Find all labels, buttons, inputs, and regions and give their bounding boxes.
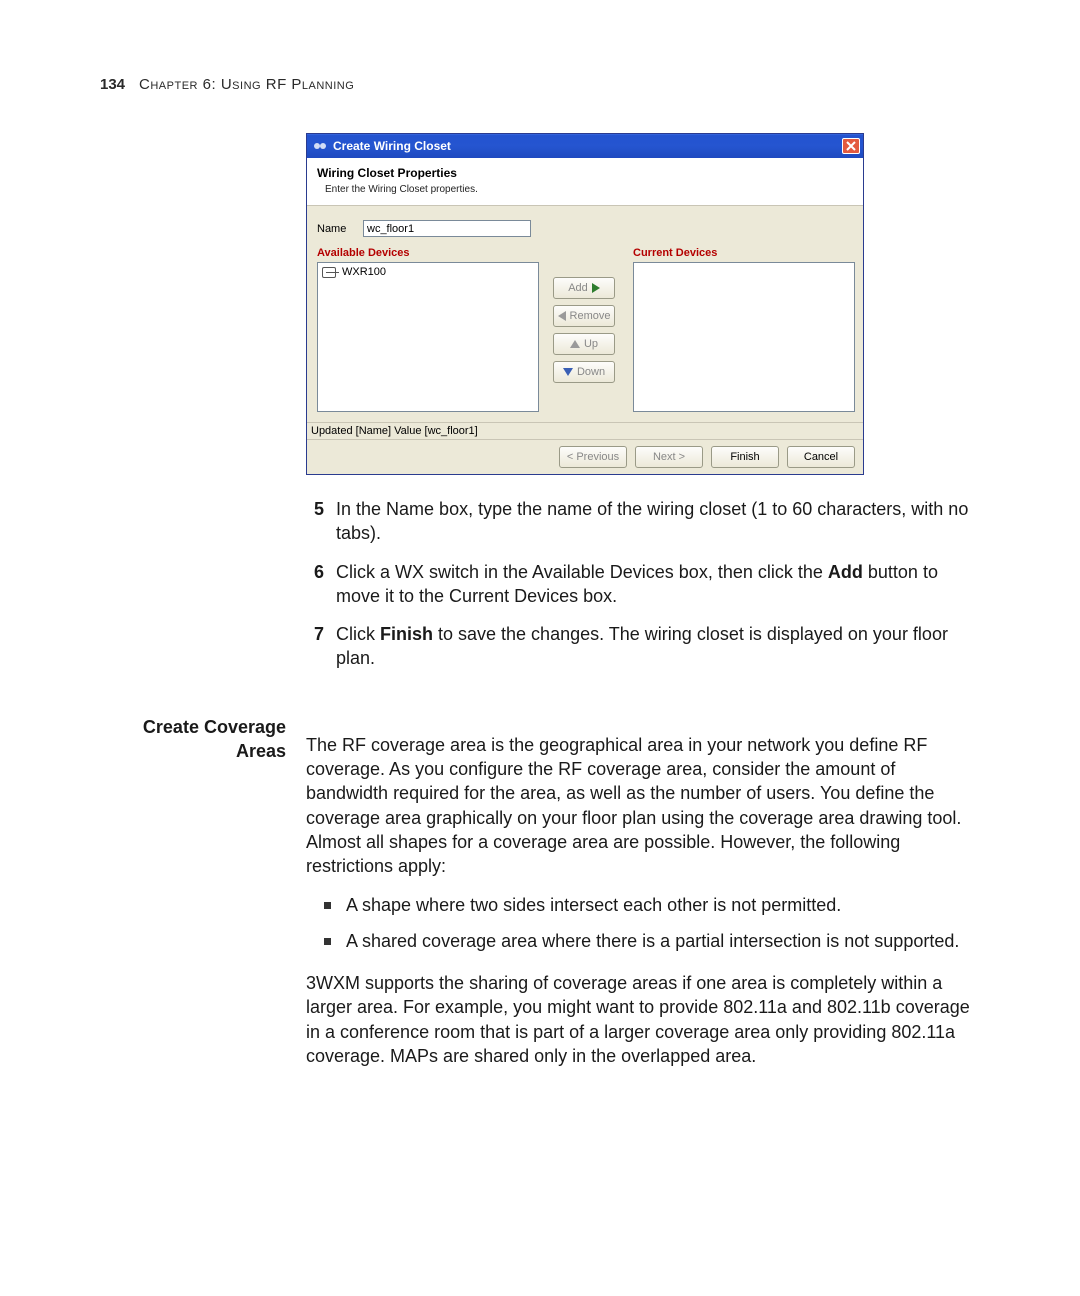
dialog-title: Create Wiring Closet <box>333 139 842 153</box>
device-label: WXR100 <box>342 266 386 278</box>
page-number: 134 <box>100 76 125 93</box>
step-text: Click Finish to save the changes. The wi… <box>336 622 980 671</box>
device-icon <box>322 267 336 278</box>
arrow-up-icon <box>570 340 580 348</box>
remove-button[interactable]: Remove <box>553 305 615 327</box>
dialog-heading: Wiring Closet Properties <box>317 166 853 180</box>
close-button[interactable] <box>842 138 860 154</box>
section-para-1: The RF coverage area is the geographical… <box>306 733 980 879</box>
list-item[interactable]: WXR100 <box>322 266 534 278</box>
add-button[interactable]: Add <box>553 277 615 299</box>
section-heading: Create Coverage Areas <box>100 715 286 1083</box>
chapter-prefix: Chapter 6: <box>139 76 216 93</box>
app-icon <box>313 139 327 153</box>
down-button[interactable]: Down <box>553 361 615 383</box>
next-button-label: Next > <box>653 451 685 463</box>
cancel-button-label: Cancel <box>804 451 838 463</box>
step-7: 7 Click Finish to save the changes. The … <box>306 622 980 671</box>
previous-button[interactable]: < Previous <box>559 446 627 468</box>
bullet-list: A shape where two sides intersect each o… <box>324 893 980 954</box>
section-para-2: 3WXM supports the sharing of coverage ar… <box>306 971 980 1068</box>
next-button[interactable]: Next > <box>635 446 703 468</box>
step-5: 5 In the Name box, type the name of the … <box>306 497 980 546</box>
bullet-item: A shared coverage area where there is a … <box>324 929 980 953</box>
dialog-footer: < Previous Next > Finish Cancel <box>307 440 863 474</box>
section-heading-line2: Areas <box>100 739 286 763</box>
up-button[interactable]: Up <box>553 333 615 355</box>
chapter-line: Chapter 6: Using RF Planning <box>139 76 354 93</box>
dialog-header-panel: Wiring Closet Properties Enter the Wirin… <box>307 158 863 206</box>
step-6: 6 Click a WX switch in the Available Dev… <box>306 560 980 609</box>
available-devices-list[interactable]: WXR100 <box>317 262 539 412</box>
current-devices-heading: Current Devices <box>633 247 855 259</box>
previous-button-label: < Previous <box>567 451 619 463</box>
dialog-subheading: Enter the Wiring Closet properties. <box>325 184 853 195</box>
name-input[interactable] <box>363 220 531 237</box>
page-running-header: 134 Chapter 6: Using RF Planning <box>100 76 980 93</box>
current-devices-list[interactable] <box>633 262 855 412</box>
remove-button-label: Remove <box>570 310 611 322</box>
step-text: Click a WX switch in the Available Devic… <box>336 560 980 609</box>
down-button-label: Down <box>577 366 605 378</box>
step-number: 5 <box>306 497 324 546</box>
chapter-rest: Using RF Planning <box>221 76 354 93</box>
dialog-titlebar: Create Wiring Closet <box>307 134 863 158</box>
section-heading-line1: Create Coverage <box>100 715 286 739</box>
cancel-button[interactable]: Cancel <box>787 446 855 468</box>
arrow-down-icon <box>563 368 573 376</box>
finish-button[interactable]: Finish <box>711 446 779 468</box>
up-button-label: Up <box>584 338 598 350</box>
finish-button-label: Finish <box>730 451 759 463</box>
bullet-item: A shape where two sides intersect each o… <box>324 893 980 917</box>
arrow-left-icon <box>558 311 566 321</box>
status-text: Updated [Name] Value [wc_floor1] <box>307 423 863 440</box>
step-number: 7 <box>306 622 324 671</box>
available-devices-heading: Available Devices <box>317 247 539 259</box>
step-text: In the Name box, type the name of the wi… <box>336 497 980 546</box>
add-button-label: Add <box>568 282 588 294</box>
name-label: Name <box>317 223 351 235</box>
arrow-right-icon <box>592 283 600 293</box>
step-list: 5 In the Name box, type the name of the … <box>306 497 980 671</box>
create-wiring-closet-dialog: Create Wiring Closet Wiring Closet Prope… <box>306 133 864 475</box>
step-number: 6 <box>306 560 324 609</box>
